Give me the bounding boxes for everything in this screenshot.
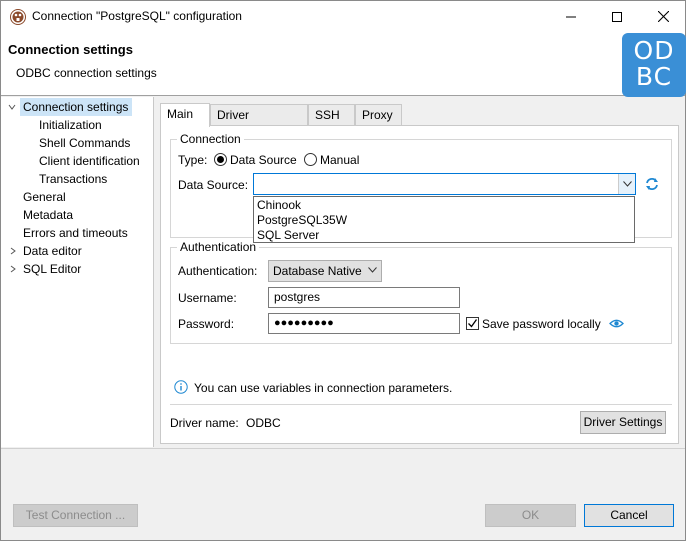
chevron-down-icon [622, 181, 632, 187]
cancel-button[interactable]: Cancel [584, 504, 674, 527]
window-title: Connection "PostgreSQL" configuration [32, 9, 242, 23]
minimize-icon [566, 16, 576, 17]
divider [170, 404, 672, 405]
authentication-label: Authentication: [178, 264, 258, 278]
chevron-down-icon[interactable] [8, 103, 16, 111]
close-button[interactable] [640, 1, 686, 32]
dropdown-option-sql-server[interactable]: SQL Server [257, 228, 319, 243]
data-source-combo[interactable] [253, 173, 636, 195]
eye-icon[interactable] [609, 318, 624, 329]
authentication-select[interactable]: Database Native [268, 260, 382, 282]
radio-data-source[interactable] [214, 153, 227, 166]
radio-manual-label[interactable]: Manual [320, 153, 359, 167]
test-connection-button[interactable]: Test Connection ... [13, 504, 138, 527]
refresh-icon[interactable] [644, 176, 660, 192]
driver-name-label: Driver name: [170, 416, 239, 430]
save-password-checkbox[interactable] [466, 317, 479, 330]
username-input[interactable]: postgres [268, 287, 460, 308]
maximize-icon [612, 11, 622, 22]
page-subtitle: ODBC connection settings [16, 66, 157, 80]
chevron-down-icon [368, 267, 377, 273]
radio-manual[interactable] [304, 153, 317, 166]
nav-item-label: Metadata [23, 208, 74, 222]
nav-item-label: Transactions [39, 172, 108, 186]
tab-main[interactable]: Main [160, 103, 210, 127]
info-icon [174, 380, 188, 394]
settings-nav-tree: Connection settings Initialization Shell… [1, 97, 154, 447]
chevron-right-icon[interactable] [9, 247, 17, 255]
radio-data-source-label[interactable]: Data Source [230, 153, 297, 167]
nav-item-label: Client identification [39, 154, 140, 168]
save-password-label[interactable]: Save password locally [482, 317, 601, 331]
page-title: Connection settings [8, 42, 133, 57]
username-label: Username: [178, 291, 237, 305]
tab-proxy[interactable]: Proxy [355, 104, 402, 126]
nav-item-metadata[interactable]: Metadata [23, 206, 73, 224]
checkmark-icon [468, 319, 478, 328]
close-icon [657, 11, 669, 22]
main-tab-panel: Connection Type: Data Source Manual Data… [160, 125, 679, 444]
nav-item-initialization[interactable]: Initialization [39, 116, 102, 134]
dropdown-option-chinook[interactable]: Chinook [257, 198, 301, 213]
nav-item-errors-and-timeouts[interactable]: Errors and timeouts [23, 224, 128, 242]
nav-item-label: SQL Editor [23, 262, 82, 276]
nav-item-label: Shell Commands [39, 136, 131, 150]
maximize-button[interactable] [594, 1, 640, 32]
password-label: Password: [178, 317, 235, 331]
dialog-footer: Test Connection ... OK Cancel [1, 448, 685, 540]
nav-item-general[interactable]: General [23, 188, 66, 206]
title-bar: Connection "PostgreSQL" configuration [1, 1, 685, 32]
connection-group-label: Connection [180, 132, 241, 146]
nav-item-label: General [23, 190, 66, 204]
nav-item-transactions[interactable]: Transactions [39, 170, 107, 188]
odbc-logo: ODBC [622, 33, 686, 97]
nav-item-client-identification[interactable]: Client identification [39, 152, 140, 170]
dropdown-option-postgresql35w[interactable]: PostgreSQL35W [257, 213, 347, 228]
nav-item-shell-commands[interactable]: Shell Commands [39, 134, 130, 152]
authentication-value: Database Native [273, 264, 362, 278]
minimize-button[interactable] [548, 1, 594, 32]
nav-item-label: Connection settings [23, 100, 129, 114]
chevron-right-icon[interactable] [9, 265, 17, 273]
nav-item-label: Errors and timeouts [23, 226, 128, 240]
dbeaver-app-icon [10, 9, 26, 25]
nav-item-label: Data editor [23, 244, 82, 258]
connection-config-dialog: Connection "PostgreSQL" configuration Co… [0, 0, 686, 541]
tab-ssh[interactable]: SSH [308, 104, 355, 126]
nav-item-label: Initialization [39, 118, 102, 132]
data-source-dropdown-list: Chinook PostgreSQL35W SQL Server [253, 196, 635, 243]
driver-name-value: ODBC [246, 416, 281, 430]
info-text: You can use variables in connection para… [194, 381, 453, 395]
ok-button[interactable]: OK [485, 504, 576, 527]
password-input[interactable]: ●●●●●●●●● [268, 313, 460, 334]
data-source-label: Data Source: [178, 178, 249, 192]
combo-dropdown-button[interactable] [618, 174, 635, 194]
page-header: Connection settings ODBC connection sett… [1, 32, 686, 97]
type-label: Type: [178, 153, 208, 167]
authentication-group-label: Authentication [180, 240, 257, 254]
driver-settings-button[interactable]: Driver Settings [580, 411, 666, 434]
nav-item-sql-editor[interactable]: SQL Editor [23, 260, 81, 278]
tab-driver-properties[interactable]: Driver properties [210, 104, 308, 143]
nav-item-data-editor[interactable]: Data editor [23, 242, 82, 260]
nav-item-connection-settings[interactable]: Connection settings [20, 98, 132, 116]
